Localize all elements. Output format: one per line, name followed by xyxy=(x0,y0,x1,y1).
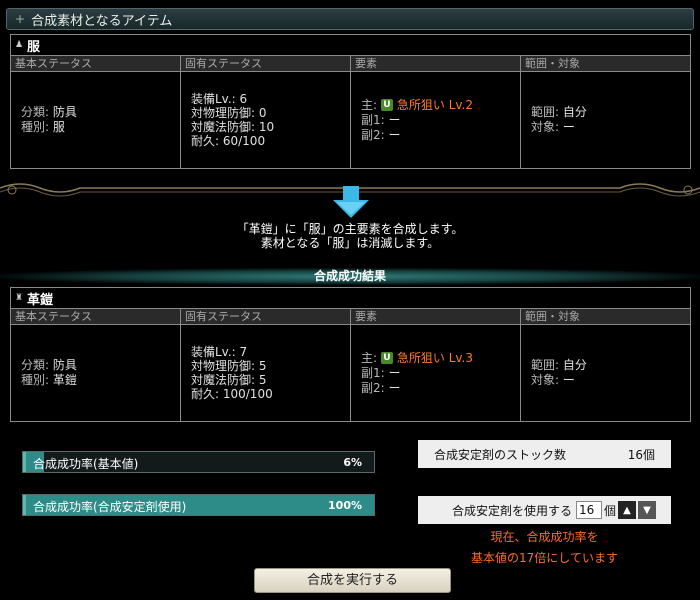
range-label: 範囲: xyxy=(531,105,560,119)
message-line-1: 「革鎧」に「服」の主要素を合成します。 xyxy=(236,222,464,236)
rate-multiplier-note: 現在、合成成功率を 基本値の17倍にしています xyxy=(418,527,671,569)
stabilizer-rate-value: 100% xyxy=(328,499,362,512)
result-item-title: ♜ 革鎧 xyxy=(11,288,690,309)
result-item-name: 革鎧 xyxy=(27,292,54,308)
magic-defense: 対魔法防御: 10 xyxy=(191,120,275,134)
magic-defense: 対魔法防御: 5 xyxy=(191,373,267,387)
kind-value: 革鎧 xyxy=(52,373,77,387)
message-line-2: 素材となる「服」は消滅します。 xyxy=(260,236,440,250)
bar-edge xyxy=(23,495,26,515)
sub2-label: 副2: xyxy=(361,127,385,142)
range-target-column: 範囲・対象 範囲: 自分 対象: ー xyxy=(521,56,690,168)
stock-label: 合成安定剤のストック数 xyxy=(434,447,567,462)
execute-synthesis-button[interactable]: 合成を実行する xyxy=(254,568,451,593)
basic-status-column: 基本ステータス 分類: 防具 種別: 服 xyxy=(11,56,181,168)
element-column: 要素 主: U 急所狙い Lv.3 副1: ー 副2: ー xyxy=(351,309,521,421)
arrow-down-icon xyxy=(333,186,369,218)
use-stabilizer-panel: 合成安定剤を使用する 個 ▲ ▼ xyxy=(418,496,671,524)
sub1-value: ー xyxy=(388,112,401,127)
sub1-value: ー xyxy=(388,365,401,380)
base-rate-label: 合成成功率(基本値) xyxy=(33,457,139,471)
type-label: 分類: xyxy=(21,358,50,372)
equip-level: 装備Lv.: 6 xyxy=(191,92,248,106)
type-value: 防具 xyxy=(52,105,77,119)
sub2-value: ー xyxy=(388,127,401,142)
range-value: 自分 xyxy=(562,105,587,119)
kind-value: 服 xyxy=(52,120,65,134)
triangle-up-icon: ▲ xyxy=(623,504,631,516)
stock-value: 16個 xyxy=(627,447,655,462)
basic-status-column: 基本ステータス 分類: 防具 種別: 革鎧 xyxy=(11,309,181,421)
physical-defense: 対物理防御: 0 xyxy=(191,106,267,120)
column-header: 要素 xyxy=(351,309,520,325)
sub2-label: 副2: xyxy=(361,380,385,395)
type-value: 防具 xyxy=(52,358,77,372)
physical-defense: 対物理防御: 5 xyxy=(191,359,267,373)
quantity-unit: 個 xyxy=(604,503,617,518)
stabilizer-quantity-input[interactable] xyxy=(576,501,603,519)
range-label: 範囲: xyxy=(531,358,560,372)
column-header: 要素 xyxy=(351,56,520,72)
decrement-button[interactable]: ▼ xyxy=(638,501,657,519)
type-label: 分類: xyxy=(21,105,50,119)
column-header: 基本ステータス xyxy=(11,309,180,325)
column-header: 固有ステータス xyxy=(181,309,350,325)
use-stabilizer-label: 合成安定剤を使用する xyxy=(452,503,573,518)
target-label: 対象: xyxy=(531,373,560,387)
range-target-column: 範囲・対象 範囲: 自分 対象: ー xyxy=(521,309,690,421)
column-header: 固有ステータス xyxy=(181,56,350,72)
unique-status-column: 固有ステータス 装備Lv.: 6 対物理防御: 0 対魔法防御: 10 耐久: … xyxy=(181,56,351,168)
sub1-label: 副1: xyxy=(361,112,385,127)
source-item-title: ♟ 服 xyxy=(11,35,690,56)
source-item-name: 服 xyxy=(27,39,41,55)
stabilizer-stock-panel: 合成安定剤のストック数 16個 xyxy=(418,440,671,468)
stabilizer-rate-label: 合成成功率(合成安定剤使用) xyxy=(33,500,187,514)
column-header: 基本ステータス xyxy=(11,56,180,72)
sub2-value: ー xyxy=(388,380,401,395)
armor-icon: ♜ xyxy=(15,293,24,303)
note-line-1: 現在、合成成功率を xyxy=(490,530,599,544)
plus-icon: + xyxy=(15,12,26,26)
element-column: 要素 主: U 急所狙い Lv.2 副1: ー 副2: ー xyxy=(351,56,521,168)
unique-status-column: 固有ステータス 装備Lv.: 7 対物理防御: 5 対魔法防御: 5 耐久: 1… xyxy=(181,309,351,421)
range-value: 自分 xyxy=(562,358,587,372)
result-item-card: ♜ 革鎧 基本ステータス 分類: 防具 種別: 革鎧 固有ステータス 装備Lv.… xyxy=(10,287,691,422)
result-section-title: 合成成功結果 xyxy=(0,268,700,285)
element-type-icon: U xyxy=(380,352,393,364)
main-element-label: 主: xyxy=(361,97,378,112)
base-rate-value: 6% xyxy=(343,456,362,469)
bar-edge xyxy=(23,452,26,472)
note-line-2: 基本値の17倍にしています xyxy=(471,551,618,565)
target-value: ー xyxy=(562,120,575,134)
synthesis-message: 「革鎧」に「服」の主要素を合成します。 素材となる「服」は消滅します。 xyxy=(0,222,700,250)
column-header: 範囲・対象 xyxy=(521,309,690,325)
stabilizer-success-rate-bar: 合成成功率(合成安定剤使用) 100% xyxy=(22,494,375,516)
material-section-title: 合成素材となるアイテム xyxy=(31,13,173,29)
target-label: 対象: xyxy=(531,120,560,134)
element-type-icon: U xyxy=(380,99,393,111)
main-element-value: 急所狙い Lv.3 xyxy=(396,350,473,365)
equip-level: 装備Lv.: 7 xyxy=(191,345,248,359)
increment-button[interactable]: ▲ xyxy=(618,501,637,519)
base-success-rate-bar: 合成成功率(基本値) 6% xyxy=(22,451,375,473)
material-section-header: + 合成素材となるアイテム xyxy=(6,8,694,30)
clothing-icon: ♟ xyxy=(15,40,24,50)
kind-label: 種別: xyxy=(21,120,50,134)
column-header: 範囲・対象 xyxy=(521,56,690,72)
triangle-down-icon: ▼ xyxy=(643,504,651,516)
durability: 耐久: 60/100 xyxy=(191,134,266,148)
source-item-card: ♟ 服 基本ステータス 分類: 防具 種別: 服 固有ステータス 装備Lv.: … xyxy=(10,34,691,169)
durability: 耐久: 100/100 xyxy=(191,387,273,401)
kind-label: 種別: xyxy=(21,373,50,387)
main-element-label: 主: xyxy=(361,350,378,365)
main-element-value: 急所狙い Lv.2 xyxy=(396,97,473,112)
sub1-label: 副1: xyxy=(361,365,385,380)
target-value: ー xyxy=(562,373,575,387)
